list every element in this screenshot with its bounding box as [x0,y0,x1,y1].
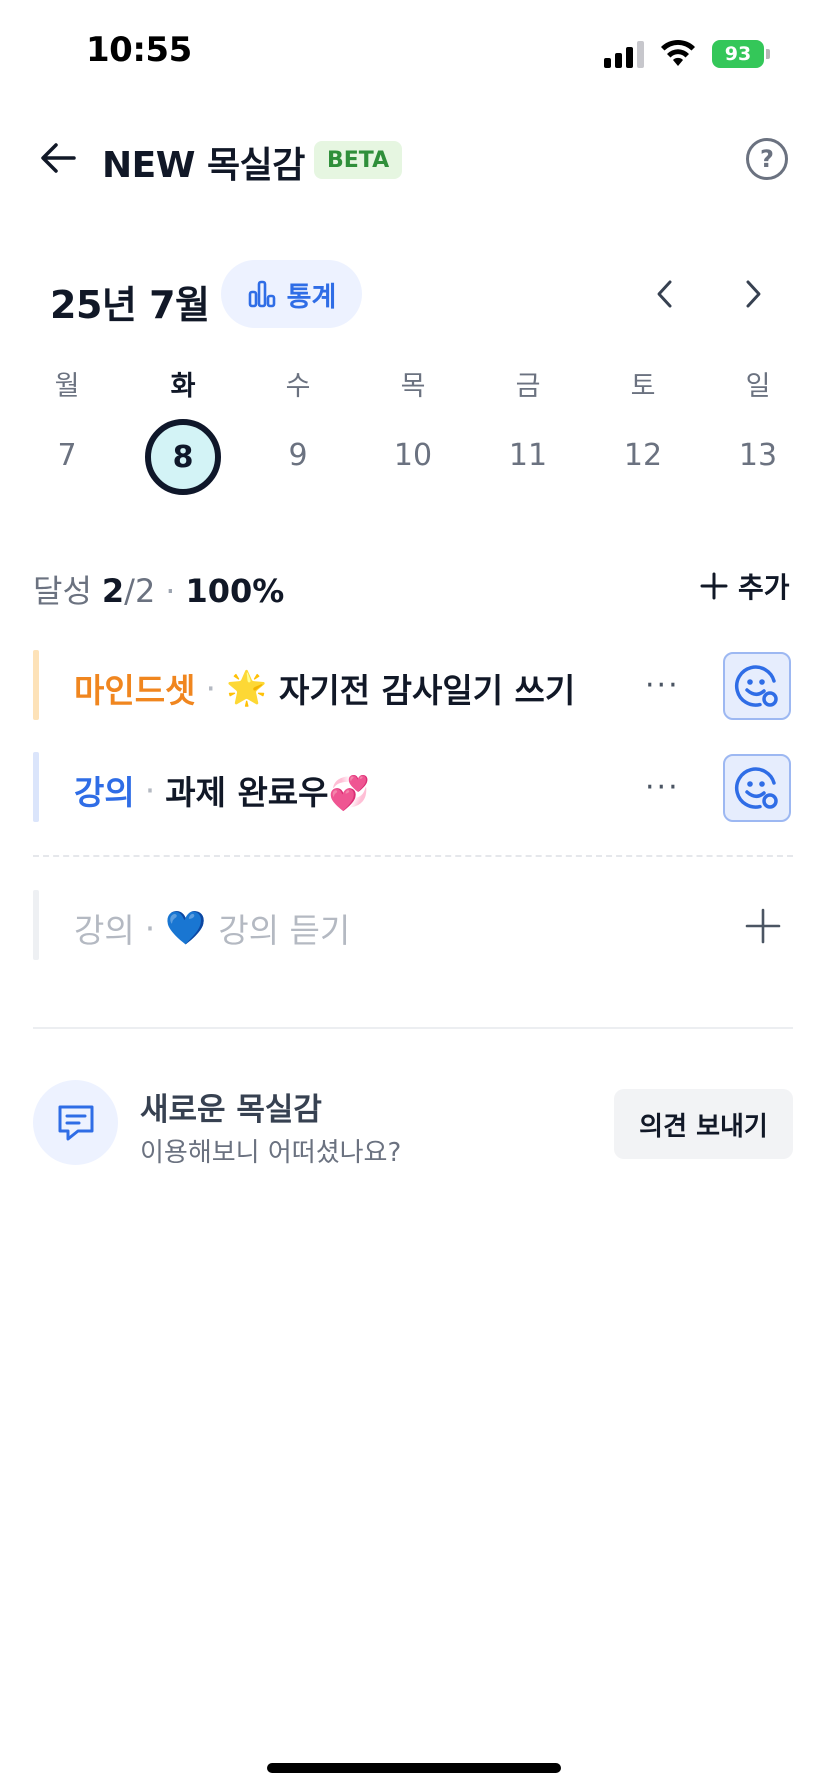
day-12[interactable]: 12 [603,438,683,473]
stats-button[interactable]: 통계 [221,260,362,328]
goal-title: 과제 완료우💞 [165,773,370,812]
suggested-goal-separator: · [144,908,156,948]
add-suggested-goal-icon[interactable] [742,905,784,947]
goal-separator: · [205,668,216,708]
day-10[interactable]: 10 [373,438,453,473]
cellular-signal-icon [604,40,644,68]
send-feedback-button[interactable]: 의견 보내기 [614,1089,793,1159]
weekday-mon: 월 [54,371,80,402]
feedback-title: 새로운 목실감 [140,1092,322,1128]
suggested-goal-item[interactable]: 강의 · 💙 강의 듣기 [33,890,793,960]
achievement-total: /2 [124,572,156,610]
suggested-goal-text: 강의 · 💙 강의 듣기 [74,904,350,952]
chevron-right-icon[interactable] [738,276,768,312]
wifi-icon [661,39,695,66]
goal-emoji: 🌟 [225,668,268,707]
back-arrow-icon[interactable] [36,136,80,180]
status-time: 10:55 [86,30,192,70]
stats-label: 통계 [286,281,337,313]
battery-level: 93 [712,40,764,68]
suggested-goal-category: 강의 [74,911,135,950]
day-8-selected[interactable]: 8 [145,419,221,495]
divider-dashed [33,855,793,857]
feedback-icon-wrap [33,1080,118,1165]
help-icon[interactable]: ? [746,138,788,180]
goal-tracker-screen: 10:55 93 NEW 목실감 BETA ? 25년 7월 통계 월 화 수 … [0,0,827,1790]
weekday-sun: 일 [745,371,771,402]
achievement-percent: 100% [185,572,285,610]
battery-icon: 93 [712,40,770,68]
category-color-bar [33,890,39,960]
weekday-fri: 금 [515,371,541,402]
achievement-separator: · [165,572,176,610]
weekday-sat: 토 [630,371,656,402]
category-color-bar [33,752,39,822]
weekday-tue: 화 [170,371,196,402]
suggested-goal-emoji: 💙 [165,908,207,947]
day-9[interactable]: 9 [258,438,338,473]
smile-check-icon[interactable] [723,652,791,720]
goal-category: 강의 [74,773,135,812]
bar-chart-icon [248,280,275,308]
category-color-bar [33,650,39,720]
achievement-label: 달성 [33,572,92,610]
goal-text: 강의 · 과제 완료우💞 [74,766,370,814]
add-goal-button[interactable]: 추가 [700,566,790,606]
more-options-icon[interactable]: ··· [645,668,680,703]
weekday-thu: 목 [400,371,426,402]
weekday-wed: 수 [285,371,311,402]
goal-text: 마인드셋 · 🌟 자기전 감사일기 쓰기 [74,664,575,712]
day-11[interactable]: 11 [488,438,568,473]
day-7[interactable]: 7 [27,438,107,473]
chevron-left-icon[interactable] [650,276,680,312]
goal-category: 마인드셋 [74,671,196,710]
goal-item[interactable]: 강의 · 과제 완료우💞 ··· [33,752,793,822]
beta-badge: BETA [314,141,403,179]
add-goal-label: 추가 [738,571,790,604]
month-label: 25년 7월 [50,283,210,327]
home-indicator[interactable] [267,1763,561,1773]
goal-title: 자기전 감사일기 쓰기 [279,671,576,710]
chat-bubble-icon [58,1105,93,1140]
plus-icon [700,572,728,600]
goal-separator: · [144,770,156,810]
day-13[interactable]: 13 [718,438,798,473]
goal-item[interactable]: 마인드셋 · 🌟 자기전 감사일기 쓰기 ··· [33,650,793,720]
achievement-summary: 달성 2 /2 · 100% [33,566,284,612]
achievement-done: 2 [101,572,125,610]
suggested-goal-title: 강의 듣기 [218,911,351,950]
smile-check-icon[interactable] [723,754,791,822]
divider [33,1027,793,1029]
more-options-icon[interactable]: ··· [645,770,680,805]
page-title: NEW 목실감 [102,145,305,186]
feedback-subtitle: 이용해보니 어떠셨나요? [140,1138,402,1168]
